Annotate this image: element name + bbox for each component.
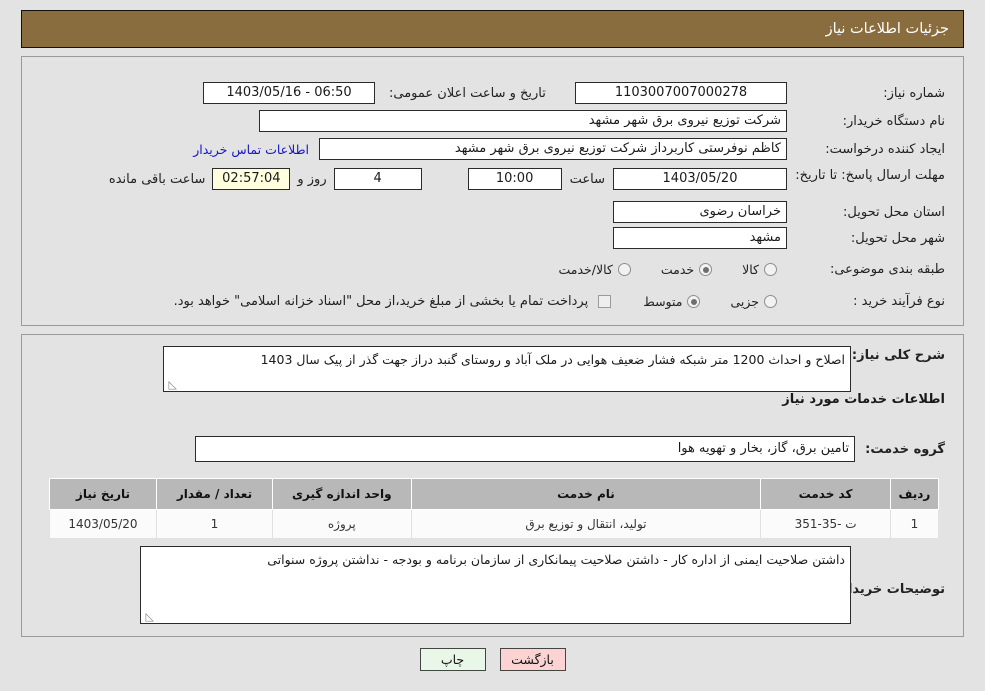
service-group-label: گروه خدمت:: [865, 441, 945, 457]
city-row: شهر محل تحویل: مشهد: [613, 227, 945, 249]
cell-unit: پروژه: [272, 509, 412, 539]
need-number-field[interactable]: 1103007007000278: [575, 82, 787, 104]
province-field[interactable]: خراسان رضوی: [613, 201, 787, 223]
page-root: جزئیات اطلاعات نیاز AriaTender.net شماره…: [0, 0, 985, 691]
col-service-name: نام خدمت: [410, 478, 762, 510]
deadline-label-wrap: مهلت ارسال پاسخ: تا تاریخ:: [795, 168, 945, 183]
province-label: استان محل تحویل:: [843, 204, 945, 220]
classification-option-kala-khedmat[interactable]: کالا/خدمت: [558, 262, 631, 277]
cell-need-date: 1403/05/20: [49, 509, 157, 539]
city-label: شهر محل تحویل:: [850, 230, 945, 246]
buyer-notes-label-wrap: توضیحات خریدار:: [835, 582, 945, 597]
deadline-days-label: روز و: [297, 171, 327, 187]
buyer-org-row: نام دستگاه خریدار: شرکت توزیع نیروی برق …: [259, 110, 945, 132]
col-service-code: کد خدمت: [760, 478, 891, 510]
service-group-row: گروه خدمت: تامین برق، گاز، بخار و تهویه …: [195, 436, 945, 462]
back-button[interactable]: بازگشت: [499, 648, 566, 671]
col-quantity: تعداد / مقدار: [155, 478, 274, 510]
purchase-type-option-jozee-label: جزیی: [730, 294, 759, 309]
province-row: استان محل تحویل: خراسان رضوی: [613, 201, 945, 223]
purchase-type-row: نوع فرآیند خرید : جزیی متوسط پرداخت تمام…: [174, 294, 945, 309]
treasury-bond-checkbox[interactable]: [598, 295, 612, 308]
deadline-countdown-field: 02:57:04: [212, 168, 291, 190]
announce-datetime-field[interactable]: 06:50 - 1403/05/16: [203, 82, 375, 104]
request-creator-row: ایجاد کننده درخواست: کاظم نوفرستی کاربرد…: [193, 138, 945, 160]
general-description-textarea[interactable]: اصلاح و احداث 1200 متر شبکه فشار ضعیف هو…: [163, 346, 851, 392]
services-table-body: 1 ت -35-351 تولید، انتقال و توزیع برق پر…: [49, 509, 940, 539]
page-title-bar: جزئیات اطلاعات نیاز: [21, 10, 964, 48]
radio-kala-khedmat-icon[interactable]: [617, 263, 631, 276]
col-unit: واحد اندازه گیری: [272, 478, 412, 510]
print-button[interactable]: چاپ: [419, 648, 486, 671]
cell-service-name: تولید، انتقال و توزیع برق: [410, 509, 762, 539]
purchase-type-option-motevaset[interactable]: متوسط: [643, 294, 701, 309]
cell-service-code: ت -35-351: [760, 509, 891, 539]
classification-option-khedmat-label: خدمت: [660, 262, 695, 277]
services-table: ردیف کد خدمت نام خدمت واحد اندازه گیری ت…: [49, 478, 940, 539]
buyer-notes-textarea[interactable]: داشتن صلاحیت ایمنی از اداره کار - داشتن …: [140, 546, 851, 624]
buyer-contact-link[interactable]: اطلاعات تماس خریدار: [193, 142, 309, 157]
radio-motevaset-icon[interactable]: [687, 295, 701, 308]
buyer-org-label: نام دستگاه خریدار:: [842, 113, 945, 129]
deadline-date-field[interactable]: 1403/05/20: [613, 168, 787, 190]
buyer-org-field[interactable]: شرکت توزیع نیروی برق شهر مشهد: [259, 110, 787, 132]
page-title: جزئیات اطلاعات نیاز: [825, 21, 949, 37]
announce-datetime-label: تاریخ و ساعت اعلان عمومی:: [389, 85, 546, 101]
need-number-label: شماره نیاز:: [883, 85, 945, 101]
general-description-label-wrap: شرح کلی نیاز:: [852, 348, 945, 363]
deadline-time-field[interactable]: 10:00: [467, 168, 562, 190]
classification-option-kala[interactable]: کالا: [742, 262, 777, 277]
need-number-row: شماره نیاز: 1103007007000278: [575, 82, 945, 104]
purchase-type-option-motevaset-label: متوسط: [643, 294, 683, 309]
deadline-label: مهلت ارسال پاسخ: تا تاریخ:: [795, 168, 945, 183]
classification-option-kala-label: کالا: [742, 262, 759, 277]
purchase-type-option-jozee[interactable]: جزیی: [730, 294, 777, 309]
deadline-time-label: ساعت: [569, 171, 605, 187]
table-row[interactable]: 1 ت -35-351 تولید، انتقال و توزیع برق پر…: [49, 509, 940, 539]
classification-option-khedmat[interactable]: خدمت: [660, 262, 713, 277]
cell-quantity: 1: [155, 509, 274, 539]
service-group-field[interactable]: تامین برق، گاز، بخار و تهویه هوا: [195, 436, 856, 462]
resize-grip-icon-notes[interactable]: ◺: [144, 611, 154, 622]
radio-kala-icon[interactable]: [764, 263, 777, 276]
radio-khedmat-icon[interactable]: [699, 263, 713, 276]
radio-jozee-icon[interactable]: [764, 295, 777, 308]
deadline-row: 1403/05/20 ساعت 10:00 4 روز و 02:57:04 س…: [109, 168, 787, 190]
services-section-heading: اطلاعات خدمات مورد نیاز: [782, 392, 945, 407]
deadline-countdown-label: ساعت باقی مانده: [108, 171, 206, 187]
classification-label: طبقه بندی موضوعی:: [829, 262, 945, 277]
classification-option-kala-khedmat-label: کالا/خدمت: [558, 262, 613, 277]
purchase-type-label: نوع فرآیند خرید :: [853, 294, 945, 309]
general-description-text: اصلاح و احداث 1200 متر شبکه فشار ضعیف هو…: [260, 352, 845, 367]
announce-datetime-row: تاریخ و ساعت اعلان عمومی: 06:50 - 1403/0…: [203, 82, 589, 104]
classification-row: طبقه بندی موضوعی: کالا خدمت کالا/خدمت: [558, 262, 945, 277]
services-table-header-row: ردیف کد خدمت نام خدمت واحد اندازه گیری ت…: [49, 478, 940, 510]
cell-row-no: 1: [889, 509, 940, 539]
col-row-no: ردیف: [889, 478, 940, 510]
request-creator-field[interactable]: کاظم نوفرستی کاربرداز شرکت توزیع نیروی ب…: [319, 138, 787, 160]
services-table-head: ردیف کد خدمت نام خدمت واحد اندازه گیری ت…: [49, 478, 940, 510]
city-field[interactable]: مشهد: [613, 227, 787, 249]
buyer-notes-text: داشتن صلاحیت ایمنی از اداره کار - داشتن …: [267, 552, 845, 567]
buyer-notes-label: توضیحات خریدار:: [835, 582, 945, 597]
treasury-bond-note: پرداخت تمام یا بخشی از مبلغ خرید،از محل …: [173, 294, 589, 309]
deadline-days-field[interactable]: 4: [333, 168, 422, 190]
resize-grip-icon[interactable]: ◺: [167, 379, 177, 390]
request-creator-label: ایجاد کننده درخواست:: [825, 141, 945, 157]
col-need-date: تاریخ نیاز: [49, 478, 157, 510]
footer-button-bar: بازگشت چاپ: [0, 648, 985, 671]
general-description-label: شرح کلی نیاز:: [851, 348, 945, 363]
